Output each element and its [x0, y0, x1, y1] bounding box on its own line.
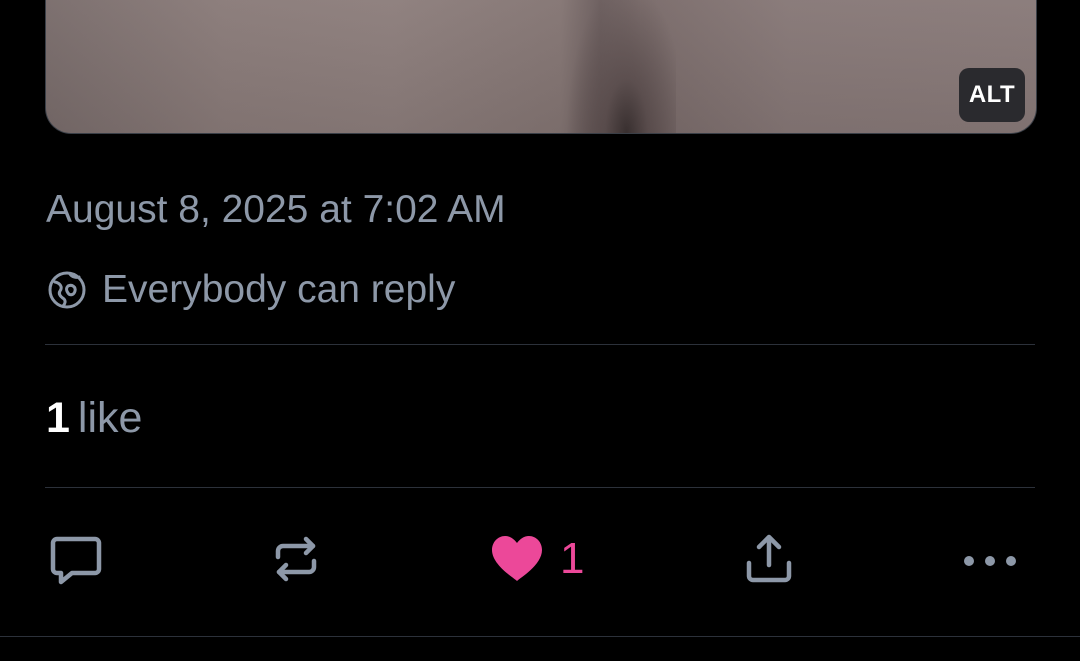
more-options-button[interactable] [960, 528, 1020, 590]
reply-bubble-icon [50, 536, 102, 585]
more-horizontal-icon [964, 556, 1016, 566]
post-timestamp: August 8, 2025 at 7:02 AM [46, 188, 506, 231]
reply-setting-label: Everybody can reply [102, 268, 456, 311]
likes-summary[interactable]: 1 like [46, 392, 142, 444]
like-count: 1 [560, 534, 585, 583]
globe-icon [48, 271, 86, 309]
divider [45, 487, 1035, 488]
post-image[interactable]: ALT [45, 0, 1037, 134]
repost-icon [275, 536, 317, 582]
share-button[interactable] [741, 528, 797, 590]
reply-button[interactable] [48, 528, 104, 590]
alt-text-button[interactable]: ALT [959, 68, 1025, 122]
like-button[interactable]: 1 [488, 528, 584, 590]
reply-setting[interactable]: Everybody can reply [46, 266, 455, 314]
likes-count: 1 [46, 394, 70, 442]
heart-filled-icon [492, 536, 542, 581]
share-icon [746, 534, 792, 583]
likes-label: like [77, 394, 143, 442]
post-detail: ALT August 8, 2025 at 7:02 AM Everybody … [0, 0, 1080, 661]
repost-button[interactable] [268, 528, 324, 590]
divider [45, 344, 1035, 345]
divider [0, 636, 1080, 637]
